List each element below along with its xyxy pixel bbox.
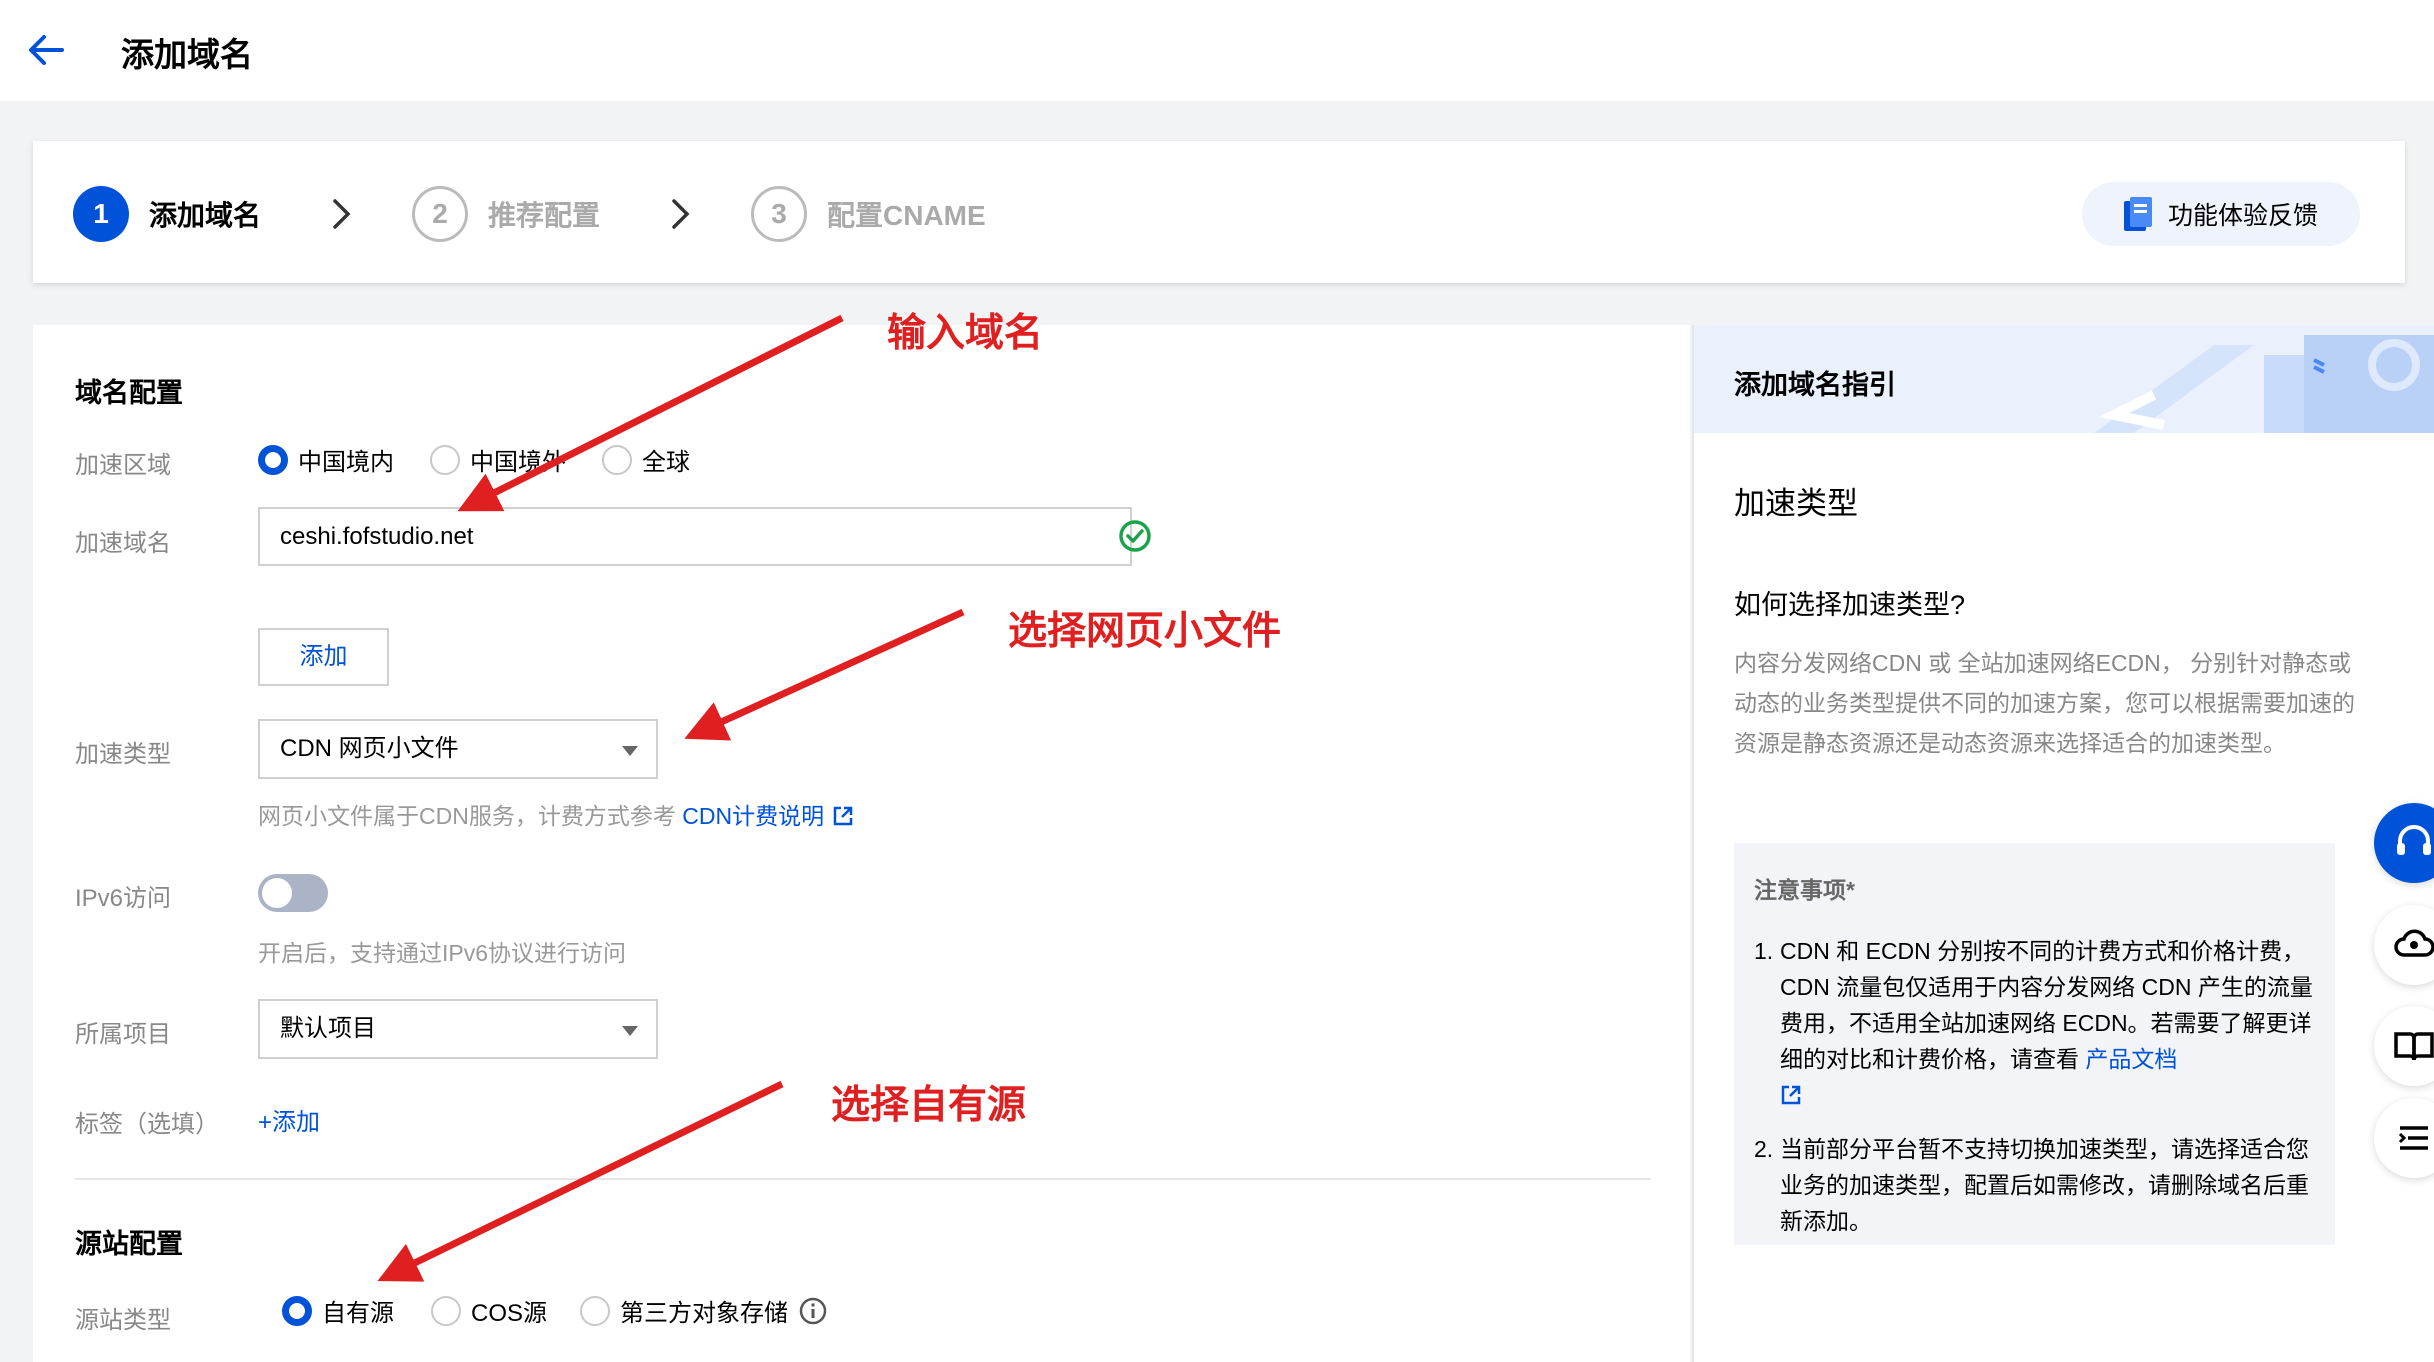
origin-option-label: COS源 bbox=[471, 1300, 548, 1327]
steps-bar: 1 添加域名 2 推荐配置 3 配置CNAME 功能体验反馈 bbox=[33, 141, 2405, 283]
region-option-label: 中国境外 bbox=[470, 449, 566, 476]
region-option-label: 全球 bbox=[642, 449, 690, 476]
add-tag-text: 添加 bbox=[272, 1109, 321, 1136]
domain-config-title: 域名配置 bbox=[75, 378, 183, 408]
chevron-right-icon bbox=[672, 199, 690, 229]
domain-label: 加速域名 bbox=[75, 530, 171, 557]
notice-text: 当前部分平台暂不支持切换加速类型，请选择适合您业务的加速类型，配置后如需修改，请… bbox=[1780, 1136, 2309, 1234]
step-1-label: 添加域名 bbox=[149, 200, 262, 231]
tag-label: 标签（选填） bbox=[75, 1111, 219, 1138]
external-link-icon bbox=[833, 806, 853, 826]
radio-icon bbox=[580, 1295, 610, 1326]
select-value: CDN 网页小文件 bbox=[280, 735, 459, 762]
step-3-label: 配置CNAME bbox=[827, 200, 986, 231]
origin-radio-cos[interactable]: COS源 bbox=[431, 1293, 547, 1328]
add-domain-button[interactable]: 添加 bbox=[258, 628, 389, 686]
divider bbox=[75, 1178, 1651, 1180]
list-icon bbox=[2398, 1126, 2428, 1150]
type-label: 加速类型 bbox=[75, 741, 171, 768]
external-link-icon bbox=[1781, 1085, 1801, 1105]
select-value: 默认项目 bbox=[280, 1015, 376, 1042]
step-1: 1 添加域名 bbox=[73, 186, 261, 242]
origin-radio-own[interactable]: 自有源 bbox=[282, 1293, 394, 1328]
notice-item: 1. CDN 和 ECDN 分别按不同的计费方式和价格计费，CDN 流量包仅适用… bbox=[1754, 933, 2315, 1113]
guide-illustration-icon bbox=[2094, 335, 2434, 433]
type-hint-text: 网页小文件属于CDN服务，计费方式参考 bbox=[258, 803, 676, 829]
toggle-knob bbox=[262, 878, 292, 908]
back-arrow-icon[interactable] bbox=[26, 32, 66, 68]
radio-icon bbox=[602, 444, 632, 475]
origin-type-label: 源站类型 bbox=[75, 1307, 171, 1334]
page-title: 添加域名 bbox=[121, 36, 253, 73]
region-option-label: 中国境内 bbox=[298, 449, 394, 476]
notice-text-body: CDN 和 ECDN 分别按不同的计费方式和价格计费，CDN 流量包仅适用于内容… bbox=[1780, 938, 2313, 1072]
region-label: 加速区域 bbox=[75, 452, 171, 479]
guide-heading: 加速类型 bbox=[1734, 486, 1858, 521]
top-bar: 添加域名 bbox=[0, 0, 2434, 101]
step-3-number: 3 bbox=[751, 186, 807, 242]
cloud-user-icon bbox=[2394, 929, 2434, 957]
annotation-enter-domain: 输入域名 bbox=[887, 312, 1044, 355]
billing-link[interactable]: CDN计费说明 bbox=[682, 803, 854, 829]
origin-radio-third-party[interactable]: 第三方对象存储 bbox=[580, 1293, 828, 1328]
annotation-select-type: 选择网页小文件 bbox=[1008, 610, 1282, 653]
check-circle-icon bbox=[1119, 520, 1151, 552]
ipv6-hint: 开启后，支持通过IPv6协议进行访问 bbox=[258, 940, 627, 966]
plus-icon: + bbox=[258, 1109, 273, 1136]
region-radio-global[interactable]: 全球 bbox=[602, 442, 690, 477]
step-2-number: 2 bbox=[412, 186, 468, 242]
guide-panel: 添加域名指引 加速类型 如何选择加速类型? 内容分发网络CDN 或 全站加速网络… bbox=[1692, 325, 2434, 1362]
chevron-right-icon bbox=[333, 199, 351, 229]
origin-option-label: 自有源 bbox=[322, 1300, 394, 1327]
ipv6-label: IPv6访问 bbox=[75, 885, 172, 912]
notice-box: 注意事项* 1. CDN 和 ECDN 分别按不同的计费方式和价格计费，CDN … bbox=[1734, 843, 2335, 1245]
domain-input[interactable]: ceshi.fofstudio.net bbox=[258, 507, 1132, 566]
origin-option-label: 第三方对象存储 bbox=[620, 1300, 788, 1327]
notice-title: 注意事项* bbox=[1754, 877, 1855, 903]
region-radio-overseas[interactable]: 中国境外 bbox=[430, 442, 566, 477]
notice-list: 1. CDN 和 ECDN 分别按不同的计费方式和价格计费，CDN 流量包仅适用… bbox=[1754, 933, 2315, 1239]
form-card: 域名配置 加速区域 中国境内 中国境外 全球 加速域名 ceshi.fofstu… bbox=[33, 325, 1690, 1362]
product-docs-text: 产品文档 bbox=[2085, 1046, 2178, 1072]
guide-title: 添加域名指引 bbox=[1734, 370, 1896, 400]
step-2-label: 推荐配置 bbox=[488, 200, 601, 231]
step-2: 2 推荐配置 bbox=[412, 186, 600, 242]
notice-number: 2. bbox=[1754, 1136, 1774, 1162]
feedback-doc-icon bbox=[2124, 197, 2152, 231]
guide-header: 添加域名指引 bbox=[1694, 325, 2434, 433]
origin-config-title: 源站配置 bbox=[75, 1229, 183, 1259]
step-1-number: 1 bbox=[73, 186, 129, 242]
notice-text: CDN 和 ECDN 分别按不同的计费方式和价格计费，CDN 流量包仅适用于内容… bbox=[1780, 933, 2315, 1113]
type-hint: 网页小文件属于CDN服务，计费方式参考 CDN计费说明 bbox=[258, 797, 854, 831]
project-label: 所属项目 bbox=[75, 1021, 171, 1048]
project-select[interactable]: 默认项目 bbox=[258, 999, 658, 1059]
headset-icon bbox=[2397, 825, 2431, 855]
caret-down-icon bbox=[622, 1026, 638, 1036]
radio-icon bbox=[431, 1295, 461, 1326]
feedback-button[interactable]: 功能体验反馈 bbox=[2082, 182, 2360, 246]
step-3: 3 配置CNAME bbox=[751, 186, 986, 242]
region-radio-domestic[interactable]: 中国境内 bbox=[258, 442, 394, 477]
info-icon[interactable] bbox=[798, 1296, 828, 1326]
annotation-select-origin: 选择自有源 bbox=[831, 1084, 1027, 1127]
acceleration-type-select[interactable]: CDN 网页小文件 bbox=[258, 719, 658, 779]
guide-subheading: 如何选择加速类型? bbox=[1734, 590, 1966, 620]
radio-icon bbox=[430, 444, 460, 475]
caret-down-icon bbox=[622, 746, 638, 756]
radio-checked-icon bbox=[282, 1295, 312, 1326]
add-tag-link[interactable]: +添加 bbox=[258, 1102, 320, 1137]
notice-number: 1. bbox=[1754, 938, 1774, 964]
radio-checked-icon bbox=[258, 444, 288, 475]
feedback-label: 功能体验反馈 bbox=[2168, 202, 2319, 230]
billing-link-text: CDN计费说明 bbox=[682, 803, 825, 829]
notice-item: 2. 当前部分平台暂不支持切换加速类型，请选择适合您业务的加速类型，配置后如需修… bbox=[1754, 1131, 2315, 1239]
book-icon bbox=[2394, 1032, 2434, 1061]
guide-paragraph: 内容分发网络CDN 或 全站加速网络ECDN， 分别针对静态或动态的业务类型提供… bbox=[1734, 650, 2355, 756]
ipv6-toggle[interactable] bbox=[258, 874, 328, 912]
